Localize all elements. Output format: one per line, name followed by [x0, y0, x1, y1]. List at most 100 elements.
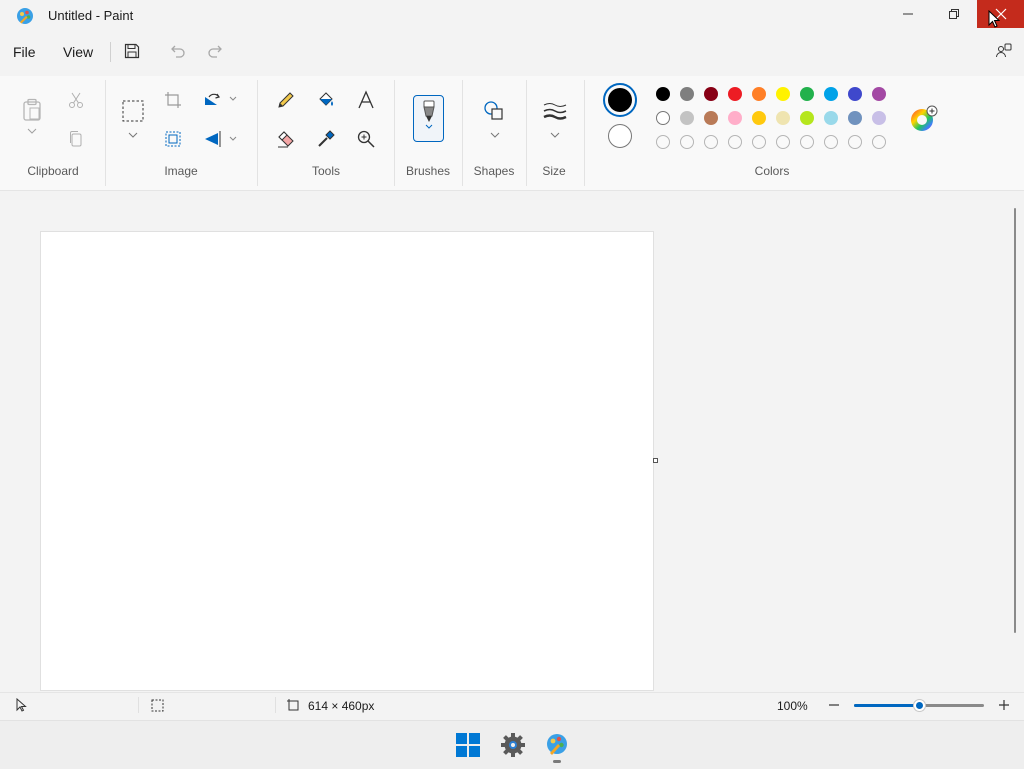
resize-icon — [165, 131, 181, 147]
account-button[interactable] — [995, 42, 1013, 60]
palette-color-swatch[interactable] — [824, 87, 838, 101]
save-icon — [124, 43, 140, 59]
palette-color-swatch[interactable] — [656, 87, 670, 101]
primary-color-button[interactable] — [603, 83, 637, 117]
custom-color-slot[interactable] — [848, 135, 862, 149]
flip-dropdown-chevron-icon[interactable] — [229, 136, 237, 142]
copy-button[interactable] — [62, 125, 90, 153]
paint-taskbar-button[interactable] — [545, 732, 569, 756]
custom-color-slot[interactable] — [800, 135, 814, 149]
text-button[interactable] — [352, 86, 380, 114]
brush-icon — [422, 100, 435, 122]
close-button[interactable] — [977, 0, 1024, 28]
resize-button[interactable] — [159, 125, 187, 153]
shapes-button[interactable] — [480, 97, 508, 125]
vertical-scrollbar[interactable] — [1014, 208, 1016, 633]
size-button[interactable] — [541, 97, 569, 125]
zoom-out-button[interactable] — [827, 698, 841, 712]
rectangle-select-icon — [122, 100, 144, 122]
custom-color-slot[interactable] — [680, 135, 694, 149]
fill-button[interactable] — [312, 86, 340, 114]
start-button[interactable] — [456, 733, 480, 757]
palette-color-swatch[interactable] — [728, 111, 742, 125]
group-label-colors: Colors — [754, 164, 790, 178]
paste-dropdown-chevron-icon[interactable] — [27, 128, 37, 134]
zoom-slider-thumb[interactable] — [913, 700, 925, 711]
zoom-percentage[interactable]: 100% — [777, 699, 808, 713]
group-label-clipboard: Clipboard — [27, 164, 79, 178]
paint-app-icon — [547, 734, 567, 755]
brushes-button[interactable] — [413, 95, 444, 142]
pencil-icon — [278, 92, 294, 108]
rotate-button[interactable] — [199, 86, 227, 114]
color-palette — [656, 87, 896, 151]
palette-color-swatch[interactable] — [800, 111, 814, 125]
palette-color-swatch[interactable] — [776, 111, 790, 125]
ribbon-separator — [462, 80, 463, 186]
palette-color-swatch[interactable] — [728, 87, 742, 101]
custom-color-slot[interactable] — [752, 135, 766, 149]
zoom-in-button[interactable] — [997, 698, 1011, 712]
custom-color-slot[interactable] — [704, 135, 718, 149]
zoom-in-icon — [357, 130, 375, 148]
custom-color-slot[interactable] — [824, 135, 838, 149]
select-button[interactable] — [119, 97, 147, 125]
palette-color-swatch[interactable] — [800, 87, 814, 101]
palette-color-swatch[interactable] — [704, 87, 718, 101]
palette-color-swatch[interactable] — [752, 111, 766, 125]
menu-view[interactable]: View — [63, 42, 93, 62]
magnifier-button[interactable] — [352, 125, 380, 153]
palette-color-swatch[interactable] — [656, 111, 670, 125]
color-picker-button[interactable] — [312, 125, 340, 153]
group-label-tools: Tools — [311, 164, 340, 178]
group-label-size: Size — [542, 164, 566, 178]
zoom-slider-fill — [854, 704, 919, 707]
redo-button[interactable] — [207, 42, 225, 60]
pencil-button[interactable] — [272, 86, 300, 114]
save-button[interactable] — [123, 42, 141, 60]
restore-button[interactable] — [931, 0, 977, 28]
people-icon — [996, 43, 1012, 58]
group-label-shapes: Shapes — [473, 164, 515, 178]
select-dropdown-chevron-icon[interactable] — [128, 132, 138, 138]
zoom-slider[interactable] — [854, 700, 984, 711]
size-dropdown-chevron-icon[interactable] — [550, 132, 560, 138]
window-title: Untitled - Paint — [48, 8, 134, 23]
canvas-resize-handle[interactable] — [653, 458, 658, 463]
paste-button[interactable] — [18, 96, 46, 124]
palette-color-swatch[interactable] — [848, 111, 862, 125]
windows-logo-icon — [456, 733, 480, 757]
edit-colors-button[interactable] — [909, 104, 939, 134]
undo-button[interactable] — [168, 42, 186, 60]
custom-color-slot[interactable] — [776, 135, 790, 149]
cut-button[interactable] — [62, 86, 90, 114]
gear-icon — [501, 733, 525, 757]
eraser-button[interactable] — [272, 125, 300, 153]
shapes-dropdown-chevron-icon[interactable] — [490, 132, 500, 138]
eyedropper-icon — [318, 130, 335, 147]
custom-color-slot[interactable] — [872, 135, 886, 149]
custom-color-slot[interactable] — [728, 135, 742, 149]
settings-taskbar-button[interactable] — [500, 732, 526, 758]
drawing-canvas[interactable] — [40, 231, 654, 691]
custom-color-slot[interactable] — [656, 135, 670, 149]
palette-color-swatch[interactable] — [704, 111, 718, 125]
palette-color-swatch[interactable] — [680, 111, 694, 125]
palette-color-swatch[interactable] — [776, 87, 790, 101]
palette-color-swatch[interactable] — [872, 87, 886, 101]
palette-color-swatch[interactable] — [752, 87, 766, 101]
mouse-cursor-icon — [988, 10, 1000, 28]
minimize-button[interactable] — [885, 0, 931, 28]
line-thickness-icon — [543, 103, 567, 120]
flip-button[interactable] — [199, 125, 227, 153]
palette-color-swatch[interactable] — [872, 111, 886, 125]
palette-color-swatch[interactable] — [848, 87, 862, 101]
crop-icon — [165, 92, 181, 108]
palette-color-swatch[interactable] — [824, 111, 838, 125]
rotate-dropdown-chevron-icon[interactable] — [229, 96, 237, 102]
menu-file[interactable]: File — [13, 42, 36, 62]
rotate-icon — [205, 93, 220, 105]
palette-color-swatch[interactable] — [680, 87, 694, 101]
crop-button[interactable] — [159, 86, 187, 114]
secondary-color-button[interactable] — [608, 124, 632, 148]
